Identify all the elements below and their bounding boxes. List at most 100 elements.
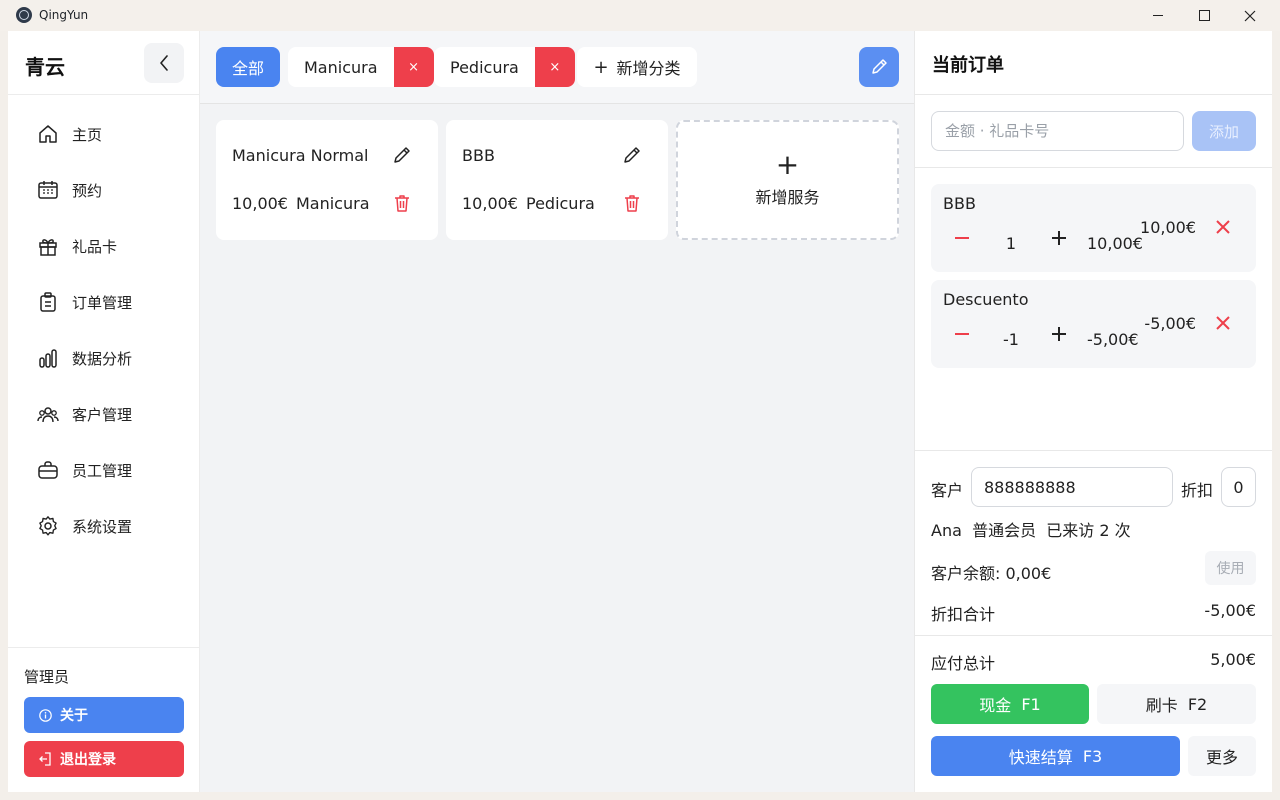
maximize-button[interactable] xyxy=(1181,0,1227,31)
category-name: Manicura xyxy=(304,57,378,77)
window-titlebar: QingYun xyxy=(0,0,1280,31)
sidebar-item-analytics[interactable]: 数据分析 xyxy=(8,330,199,386)
sidebar-item-appointments[interactable]: 预约 xyxy=(8,162,199,218)
sidebar-item-orders[interactable]: 订单管理 xyxy=(8,274,199,330)
order-title: 当前订单 xyxy=(932,55,1004,76)
customer-visits: 已来访 2 次 xyxy=(1046,521,1131,540)
discount-total-label: 折扣合计 xyxy=(931,605,996,624)
quick-checkout-label: 快速结算 xyxy=(1008,748,1073,767)
divider xyxy=(915,167,1272,168)
divider xyxy=(915,450,1272,451)
add-category-label: 新增分类 xyxy=(616,59,681,78)
service-price: 10,00€ xyxy=(462,194,518,213)
amount-due-label: 应付总计 xyxy=(931,654,996,673)
sidebar-item-gift-cards[interactable]: 礼品卡 xyxy=(8,218,199,274)
category-tab-pedicura[interactable]: Pedicura × xyxy=(434,47,575,87)
customer-name: Ana xyxy=(931,521,962,540)
sidebar-item-label: 员工管理 xyxy=(72,461,133,480)
order-line: Descuento -1 -5,00€ -5,00€ xyxy=(931,280,1256,368)
sidebar-item-label: 客户管理 xyxy=(72,405,133,424)
info-icon xyxy=(38,708,52,722)
pay-card-button[interactable]: 刷卡 F2 xyxy=(1097,684,1256,724)
collapse-sidebar-button[interactable] xyxy=(144,43,184,83)
sidebar-item-label: 订单管理 xyxy=(72,293,133,312)
minimize-button[interactable] xyxy=(1135,0,1181,31)
close-icon xyxy=(1216,220,1230,234)
line-unit-price: -5,00€ xyxy=(1087,330,1139,349)
delete-service-button[interactable] xyxy=(392,193,412,213)
line-total: 10,00€ xyxy=(1140,218,1196,237)
customer-balance: 客户余额: 0,00€ xyxy=(931,564,1052,583)
line-qty: -1 xyxy=(1003,330,1019,349)
order-line: BBB 1 10,00€ 10,00€ xyxy=(931,184,1256,272)
pencil-icon xyxy=(624,147,640,163)
edit-mode-button[interactable] xyxy=(859,47,899,87)
sidebar-header: 青云 xyxy=(8,31,199,95)
about-button[interactable]: 关于 xyxy=(24,697,184,733)
discount-label: 折扣 xyxy=(1181,481,1214,500)
remove-category-button[interactable]: × xyxy=(534,47,575,87)
sidebar-item-staff[interactable]: 员工管理 xyxy=(8,442,199,498)
category-tab-manicura[interactable]: Manicura × xyxy=(288,47,434,87)
app-logo-icon xyxy=(16,7,32,23)
pencil-icon xyxy=(872,59,887,74)
service-card[interactable]: Manicura Normal 10,00€ Manicura xyxy=(216,120,438,240)
pencil-icon xyxy=(394,147,410,163)
category-name: Pedicura xyxy=(450,57,519,77)
sidebar-item-settings[interactable]: 系统设置 xyxy=(8,498,199,554)
services-panel: 全部 Manicura × Pedicura × + 新增分类 Manicura… xyxy=(200,31,914,792)
bar-chart-icon xyxy=(37,347,59,369)
increase-qty-button[interactable] xyxy=(1052,231,1066,245)
add-category-button[interactable]: + 新增分类 xyxy=(577,47,697,87)
more-options-button[interactable]: 更多 xyxy=(1188,736,1256,776)
decrease-qty-button[interactable] xyxy=(955,237,969,239)
line-total: -5,00€ xyxy=(1144,314,1196,333)
line-unit-price: 10,00€ xyxy=(1087,234,1143,253)
users-icon xyxy=(37,403,59,425)
remove-line-button[interactable] xyxy=(1216,220,1230,234)
brand-name: 青云 xyxy=(25,55,65,79)
add-gift-card-button[interactable]: 添加 xyxy=(1192,111,1256,151)
chevron-left-icon xyxy=(160,55,168,71)
service-meta: 10,00€ Manicura xyxy=(232,194,370,213)
add-service-label: 新增服务 xyxy=(755,188,820,207)
divider xyxy=(915,94,1272,95)
add-service-card[interactable]: + 新增服务 xyxy=(676,120,899,240)
pay-cash-button[interactable]: 现金 F1 xyxy=(931,684,1089,724)
logout-label: 退出登录 xyxy=(60,752,116,768)
gear-icon xyxy=(37,515,59,537)
remove-line-button[interactable] xyxy=(1216,316,1230,330)
sidebar-item-customers[interactable]: 客户管理 xyxy=(8,386,199,442)
logout-button[interactable]: 退出登录 xyxy=(24,741,184,777)
edit-service-button[interactable] xyxy=(392,145,412,165)
clipboard-icon xyxy=(37,291,59,313)
close-icon xyxy=(1216,316,1230,330)
decrease-qty-button[interactable] xyxy=(955,333,969,335)
user-role: 管理员 xyxy=(24,668,70,686)
line-qty: 1 xyxy=(1005,234,1017,253)
close-window-button[interactable] xyxy=(1227,0,1273,31)
quick-checkout-button[interactable]: 快速结算 F3 xyxy=(931,736,1180,776)
window-title: QingYun xyxy=(39,8,89,22)
remove-category-button[interactable]: × xyxy=(393,47,434,87)
home-icon xyxy=(37,123,59,145)
logout-icon xyxy=(38,752,52,766)
category-all-tab[interactable]: 全部 xyxy=(216,47,280,87)
discount-input[interactable]: 0 xyxy=(1221,467,1256,507)
sidebar: 青云 主页 预约 礼品卡 订单管理 数据分析 客户管理 员工管理 系统设置 管理… xyxy=(8,31,200,792)
pay-card-label: 刷卡 xyxy=(1145,696,1178,715)
use-balance-button[interactable]: 使用 xyxy=(1205,551,1256,585)
service-card[interactable]: BBB 10,00€ Pedicura xyxy=(446,120,668,240)
edit-service-button[interactable] xyxy=(622,145,642,165)
line-name: Descuento xyxy=(943,290,1029,309)
increase-qty-button[interactable] xyxy=(1052,327,1066,341)
category-bar: 全部 Manicura × Pedicura × + 新增分类 xyxy=(200,31,914,104)
amount-due-value: 5,00€ xyxy=(1210,650,1256,669)
delete-service-button[interactable] xyxy=(622,193,642,213)
gift-card-input[interactable] xyxy=(931,111,1184,151)
briefcase-icon xyxy=(37,459,59,481)
line-name: BBB xyxy=(943,194,976,213)
sidebar-item-home[interactable]: 主页 xyxy=(8,106,199,162)
shortcut-key: F2 xyxy=(1187,694,1208,714)
customer-phone-input[interactable]: 888888888 xyxy=(971,467,1173,507)
